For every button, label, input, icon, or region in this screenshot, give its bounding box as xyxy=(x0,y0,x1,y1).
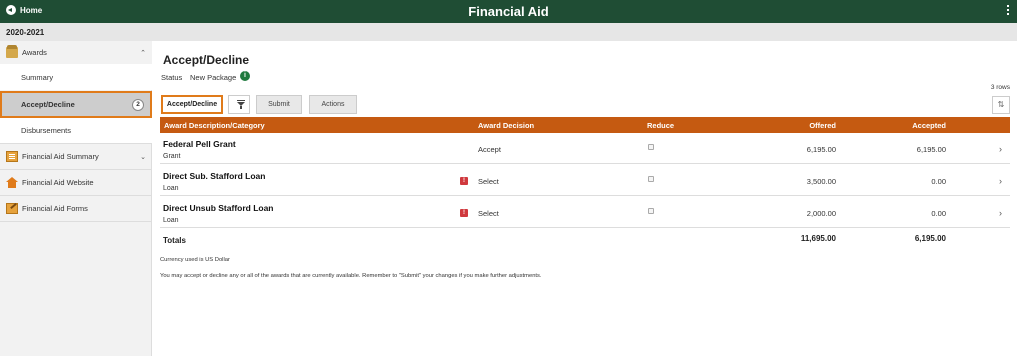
house-icon xyxy=(6,177,18,188)
accept-decline-tab[interactable]: Accept/Decline xyxy=(161,95,223,114)
error-icon: ! xyxy=(460,209,468,217)
grid-toolbar: Accept/Decline Submit Actions ⇅ xyxy=(160,95,1010,115)
chevron-up-icon: ⌃ xyxy=(140,49,146,57)
table-row[interactable]: Direct Sub. Stafford Loan Loan ! Select … xyxy=(160,165,1010,196)
award-category: Loan xyxy=(163,217,179,224)
award-decision[interactable]: Select xyxy=(478,209,499,218)
chevron-right-icon[interactable]: › xyxy=(999,208,1002,218)
row-count: 3 rows xyxy=(990,84,1010,91)
col-description-header: Award Description/Category xyxy=(164,121,265,130)
info-icon[interactable]: i xyxy=(240,71,250,81)
award-category: Loan xyxy=(163,185,179,192)
actions-button[interactable]: Actions xyxy=(309,95,357,114)
top-header-bar: Home Financial Aid xyxy=(0,0,1017,23)
instructions-note: You may accept or decline any or all of … xyxy=(160,273,542,279)
sidebar-item-label: Financial Aid Website xyxy=(22,178,94,187)
reduce-checkbox[interactable] xyxy=(648,208,654,214)
col-decision-header: Award Decision xyxy=(478,121,535,130)
accepted-amount: 0.00 xyxy=(931,209,946,218)
currency-note: Currency used is US Dollar xyxy=(160,257,230,263)
award-decision[interactable]: Select xyxy=(478,177,499,186)
sidebar-item-accept-decline[interactable]: Accept/Decline 2 xyxy=(0,91,152,118)
status-label: Status xyxy=(161,73,183,82)
award-title: Direct Unsub Stafford Loan xyxy=(163,203,274,213)
offered-amount: 6,195.00 xyxy=(806,145,836,154)
chevron-right-icon[interactable]: › xyxy=(999,144,1002,154)
sidebar-item-summary[interactable]: Summary xyxy=(0,64,152,90)
sidebar-item-financial-aid-summary[interactable]: Financial Aid Summary ⌄ xyxy=(0,144,152,169)
totals-label: Totals xyxy=(163,236,186,245)
reduce-checkbox[interactable] xyxy=(648,144,654,150)
accepted-amount: 0.00 xyxy=(931,177,946,186)
sidebar-item-awards[interactable]: Awards ⌃ xyxy=(0,41,152,64)
total-offered: 11,695.00 xyxy=(800,234,836,243)
chevron-down-icon: ⌄ xyxy=(140,153,146,161)
sidebar-item-financial-aid-forms[interactable]: Financial Aid Forms xyxy=(0,196,152,221)
sidebar-divider xyxy=(0,221,152,222)
sidebar: Awards ⌃ Summary Accept/Decline 2 Disbur… xyxy=(0,41,152,356)
award-decision[interactable]: Accept xyxy=(478,145,501,154)
page-title: Accept/Decline xyxy=(163,53,250,67)
award-icon xyxy=(6,45,18,58)
col-accepted-header: Accepted xyxy=(912,121,946,130)
filter-icon xyxy=(237,100,245,109)
submit-button[interactable]: Submit xyxy=(256,95,302,114)
kebab-menu-icon[interactable] xyxy=(1005,3,1011,19)
filter-button[interactable] xyxy=(228,95,250,114)
award-category: Grant xyxy=(163,153,181,160)
sidebar-item-disbursements[interactable]: Disbursements xyxy=(0,118,152,143)
sort-icon[interactable]: ⇅ xyxy=(992,96,1010,114)
offered-amount: 3,500.00 xyxy=(806,177,836,186)
award-title: Direct Sub. Stafford Loan xyxy=(163,171,266,181)
table-row[interactable]: Federal Pell Grant Grant Accept 6,195.00… xyxy=(160,133,1010,164)
grid-header: Award Description/Category Award Decisio… xyxy=(160,117,1010,133)
error-icon: ! xyxy=(460,177,468,185)
aid-year: 2020-2021 xyxy=(6,28,45,37)
year-bar: 2020-2021 xyxy=(0,23,1017,41)
sidebar-item-label: Summary xyxy=(21,72,54,82)
accepted-amount: 6,195.00 xyxy=(916,145,946,154)
status-value: New Package xyxy=(190,73,237,82)
summary-document-icon xyxy=(6,151,18,162)
sidebar-item-label: Accept/Decline xyxy=(21,100,75,109)
col-reduce-header: Reduce xyxy=(647,121,675,130)
sidebar-item-label: Disbursements xyxy=(21,126,72,135)
table-row[interactable]: Direct Unsub Stafford Loan Loan ! Select… xyxy=(160,197,1010,228)
count-badge: 2 xyxy=(132,98,144,111)
award-title: Federal Pell Grant xyxy=(163,139,236,149)
forms-icon xyxy=(6,203,18,214)
sidebar-item-label: Financial Aid Summary xyxy=(22,152,99,161)
reduce-checkbox[interactable] xyxy=(648,176,654,182)
total-accepted: 6,195.00 xyxy=(914,234,946,243)
sidebar-item-financial-aid-website[interactable]: Financial Aid Website xyxy=(0,170,152,195)
chevron-right-icon[interactable]: › xyxy=(999,176,1002,186)
col-offered-header: Offered xyxy=(809,121,836,130)
app-title: Financial Aid xyxy=(468,4,549,19)
offered-amount: 2,000.00 xyxy=(806,209,836,218)
sidebar-item-label: Awards xyxy=(22,48,47,57)
totals-row: Totals 11,695.00 6,195.00 xyxy=(160,229,1010,249)
sidebar-item-label: Financial Aid Forms xyxy=(22,204,88,213)
